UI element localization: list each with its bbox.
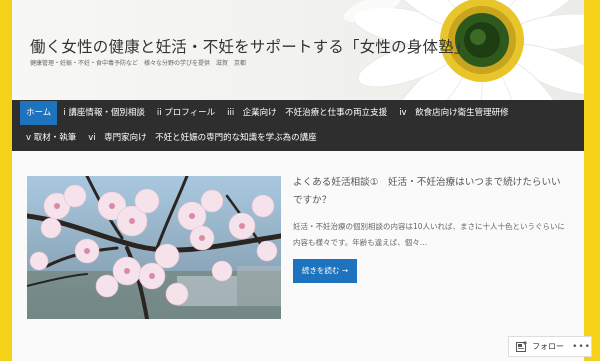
follow-button[interactable]: フォロー [532,341,564,352]
nav-item-home[interactable]: ホーム [20,101,58,125]
post-title[interactable]: よくある妊活相談① 妊活・不妊治療はいつまで続けたらいいですか？ [293,174,568,210]
nav-item-restaurant[interactable]: iv 飲食店向け衛生管理研修 [393,101,514,125]
site-description: 健康管理・妊娠・不妊・食中毒予防など 様々な分野の学びを提供 滋賀 京都 [30,60,247,67]
nav-item-courses[interactable]: i 講座情報・個別相談 [57,101,151,125]
nav-item-interviews[interactable]: v 取材・執筆 [20,126,82,150]
post-thumbnail[interactable] [27,176,281,319]
cherry-blossom-image [27,176,281,319]
nav-item-corporate[interactable]: iii 企業向け 不妊治療と仕事の両立支援 [221,101,393,125]
site-header: 働く女性の健康と妊活・不妊をサポートする「女性の身体塾」 健康管理・妊娠・不妊・… [12,0,584,100]
follow-reader-icon[interactable] [515,340,528,354]
follow-bar: フォロー ••• [508,336,592,357]
post-excerpt: 妊活・不妊治療の個別相談の内容は10人いれば、まさに十人十色というぐらいに内容も… [293,222,566,247]
more-options-icon[interactable]: ••• [572,342,591,352]
nav-row-2: v 取材・執筆 vi 専門家向け 不妊と妊娠の専門的な知識を学ぶ為の講座 [20,126,323,150]
page: 働く女性の健康と妊活・不妊をサポートする「女性の身体塾」 健康管理・妊娠・不妊・… [12,0,584,361]
site-title[interactable]: 働く女性の健康と妊活・不妊をサポートする「女性の身体塾」 [30,35,470,57]
nav-item-profile[interactable]: ii プロフィール [151,101,221,125]
nav-item-professionals[interactable]: vi 専門家向け 不妊と妊娠の専門的な知識を学ぶ為の講座 [82,126,322,150]
main-navigation: ホーム i 講座情報・個別相談 ii プロフィール iii 企業向け 不妊治療と… [12,100,584,151]
read-more-button[interactable]: 続きを読む → [293,259,357,283]
nav-row-1: ホーム i 講座情報・個別相談 ii プロフィール iii 企業向け 不妊治療と… [20,101,515,125]
